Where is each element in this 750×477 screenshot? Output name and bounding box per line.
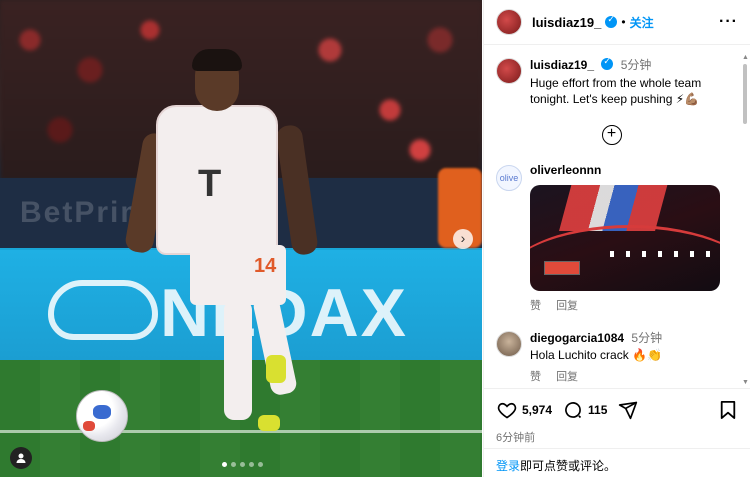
like-comment-button[interactable]: 赞 xyxy=(530,300,541,312)
jersey-number: 14 xyxy=(254,255,277,277)
post-header: luisdiaz19_ • 关注 ··· xyxy=(484,0,750,45)
user-tag-icon[interactable] xyxy=(10,447,32,469)
reply-button[interactable]: 回复 xyxy=(556,300,578,312)
more-options-icon[interactable]: ··· xyxy=(719,13,738,31)
comment-image[interactable] xyxy=(530,185,720,291)
carousel-dot xyxy=(240,462,245,467)
login-prompt-text: 即可点赞或评论。 xyxy=(520,459,617,473)
post-actions: 5,974 115 6分钟前 xyxy=(484,388,750,455)
share-icon[interactable] xyxy=(617,399,639,421)
like-comment-button[interactable]: 赞 xyxy=(530,371,541,383)
comments-list: luisdiaz19_ 5分钟 Huge effort from the who… xyxy=(484,46,739,386)
login-prompt: 登录即可点赞或评论。 xyxy=(484,448,750,477)
avatar[interactable] xyxy=(496,58,522,84)
avatar[interactable] xyxy=(496,9,522,35)
verified-icon xyxy=(605,14,618,28)
scrollbar[interactable]: ▲ ▼ xyxy=(742,54,749,386)
football xyxy=(76,390,128,442)
comment-item: diegogarcia1084 5分钟 Hola Luchito crack 🔥… xyxy=(496,329,727,384)
comment-time: 5分钟 xyxy=(631,331,663,345)
comment-icon[interactable] xyxy=(562,399,584,421)
carousel-dot xyxy=(231,462,236,467)
comment-count: 115 xyxy=(588,403,608,417)
bookmark-icon[interactable] xyxy=(717,399,739,421)
comment-item: olive oliverleonnn 赞 回复 xyxy=(496,163,727,313)
reply-button[interactable]: 回复 xyxy=(556,371,578,383)
carousel-dot xyxy=(222,462,227,467)
post-sidebar: luisdiaz19_ • 关注 ··· luisdiaz19_ 5分钟 Hug… xyxy=(483,0,750,477)
carousel-dots xyxy=(222,462,263,467)
like-count: 5,974 xyxy=(522,403,553,417)
carousel-dot xyxy=(249,462,254,467)
carousel-dot xyxy=(258,462,263,467)
separator: • xyxy=(621,15,626,29)
scroll-up-icon[interactable]: ▲ xyxy=(742,54,749,61)
verified-icon xyxy=(601,56,614,70)
heart-icon[interactable] xyxy=(496,399,518,421)
caption-time: 5分钟 xyxy=(620,58,652,72)
chevron-right-icon[interactable]: › xyxy=(453,229,473,249)
plus-circle-icon[interactable]: + xyxy=(601,125,622,145)
scrollbar-thumb[interactable] xyxy=(743,64,747,124)
avatar[interactable] xyxy=(496,331,522,357)
avatar[interactable]: olive xyxy=(496,165,522,191)
login-link[interactable]: 登录 xyxy=(496,459,520,473)
author-username[interactable]: luisdiaz19_ xyxy=(532,15,601,30)
caption-text: Huge effort from the whole team tonight.… xyxy=(530,76,702,106)
comment-username[interactable]: oliverleonnn xyxy=(530,163,601,177)
player-figure: T 14 xyxy=(123,49,320,435)
follow-button[interactable]: 关注 xyxy=(630,14,654,31)
comment-username[interactable]: diegogarcia1084 xyxy=(530,331,624,345)
caption: luisdiaz19_ 5分钟 Huge effort from the who… xyxy=(496,56,727,107)
post-media[interactable]: BetPrime NEDAX T 14 › xyxy=(0,0,482,477)
posted-time: 6分钟前 xyxy=(496,432,536,444)
load-more-comments: + xyxy=(496,125,727,145)
scroll-down-icon[interactable]: ▼ xyxy=(742,379,749,386)
caption-username[interactable]: luisdiaz19_ xyxy=(530,58,594,72)
comment-text: Hola Luchito crack 🔥👏 xyxy=(530,348,662,362)
